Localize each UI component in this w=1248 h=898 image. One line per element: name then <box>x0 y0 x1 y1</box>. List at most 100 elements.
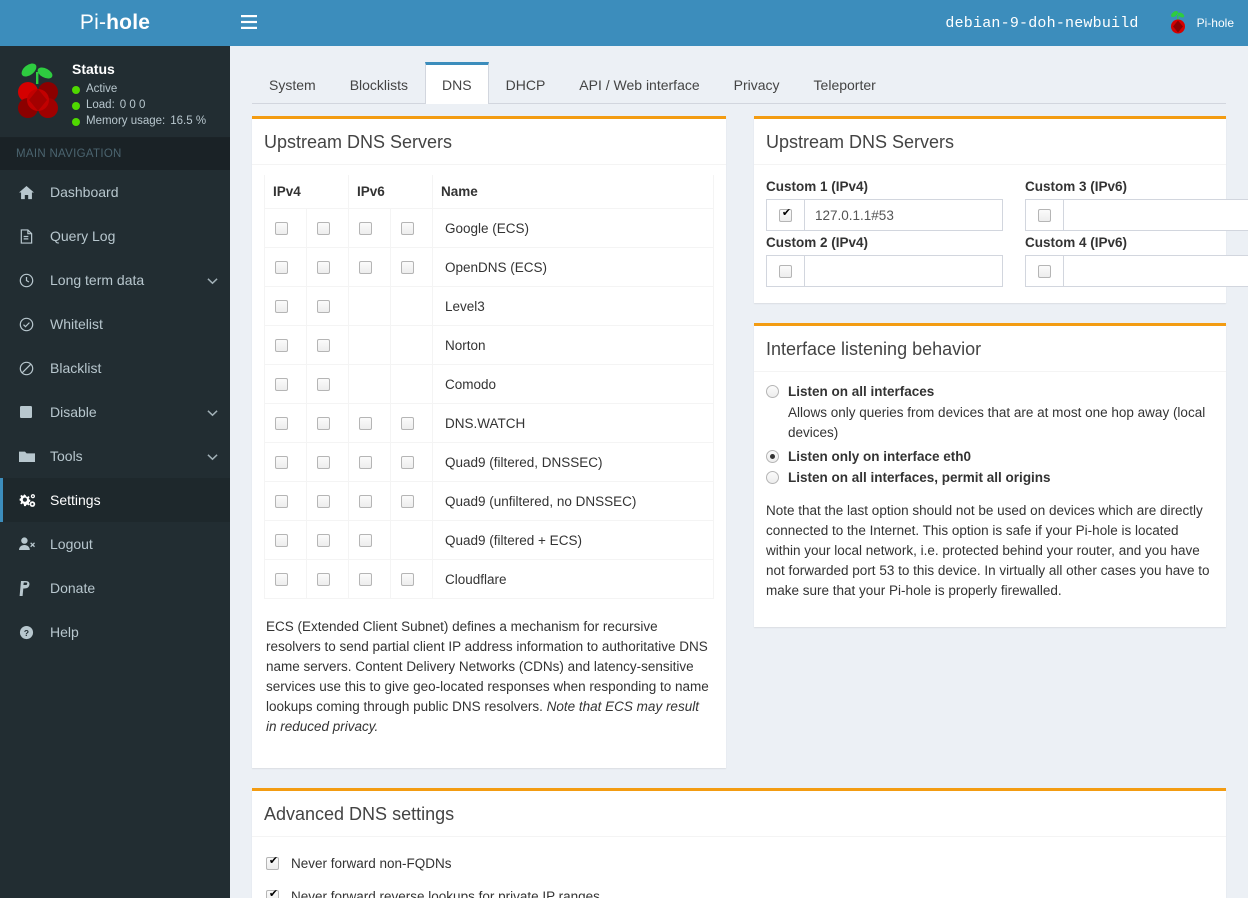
never-forward-non-fqdn-checkbox[interactable] <box>266 855 280 870</box>
sidebar-item-logout[interactable]: Logout <box>0 522 230 566</box>
custom-4-checkbox[interactable] <box>1038 264 1051 278</box>
sidebar-item-settings[interactable]: Settings <box>0 478 230 522</box>
sidebar-item-long-term-data[interactable]: Long term data <box>0 258 230 302</box>
dns-checkbox-cell[interactable] <box>306 286 349 326</box>
dns-server-checkbox[interactable] <box>275 495 288 509</box>
dns-server-checkbox[interactable] <box>401 222 414 236</box>
dns-server-checkbox[interactable] <box>275 222 288 236</box>
listen-option-all-interfaces[interactable]: Listen on all interfaces <box>766 382 1214 401</box>
dns-server-checkbox[interactable] <box>275 378 288 392</box>
dns-checkbox-cell[interactable] <box>306 403 349 443</box>
dns-server-checkbox[interactable] <box>317 417 330 431</box>
sidebar-item-dashboard[interactable]: Dashboard <box>0 170 230 214</box>
dns-server-checkbox[interactable] <box>401 417 414 431</box>
dns-checkbox-cell[interactable] <box>264 208 307 248</box>
custom-1-checkbox-addon[interactable] <box>767 200 805 230</box>
tab-api-web-interface[interactable]: API / Web interface <box>562 62 716 104</box>
sidebar-toggle-button[interactable] <box>230 0 268 46</box>
dns-checkbox-cell[interactable] <box>264 247 307 287</box>
dns-server-checkbox[interactable] <box>275 573 288 587</box>
sidebar-item-query-log[interactable]: Query Log <box>0 214 230 258</box>
tab-dhcp[interactable]: DHCP <box>489 62 563 104</box>
custom-2-checkbox[interactable] <box>779 264 792 278</box>
dns-checkbox-cell[interactable] <box>348 481 391 521</box>
dns-server-checkbox[interactable] <box>401 573 414 587</box>
dns-server-checkbox[interactable] <box>359 573 372 587</box>
custom-2-input[interactable] <box>805 256 1002 286</box>
dns-server-checkbox[interactable] <box>359 222 372 236</box>
dns-server-checkbox[interactable] <box>317 222 330 236</box>
sidebar-item-donate[interactable]: Donate <box>0 566 230 610</box>
radio-listen-permit-all-origins[interactable] <box>766 471 779 484</box>
dns-server-checkbox[interactable] <box>359 534 372 548</box>
dns-server-checkbox[interactable] <box>317 495 330 509</box>
dns-server-checkbox[interactable] <box>359 456 372 470</box>
sidebar-item-tools[interactable]: Tools <box>0 434 230 478</box>
dns-checkbox-cell[interactable] <box>264 403 307 443</box>
tab-blocklists[interactable]: Blocklists <box>333 62 425 104</box>
dns-checkbox-cell[interactable] <box>348 520 391 560</box>
custom-1-input[interactable] <box>805 200 1002 230</box>
custom-3-checkbox-addon[interactable] <box>1026 200 1064 230</box>
dns-checkbox-cell[interactable] <box>348 247 391 287</box>
dns-server-checkbox[interactable] <box>275 261 288 275</box>
never-forward-reverse-lookups-checkbox[interactable] <box>266 888 280 898</box>
dns-checkbox-cell[interactable] <box>390 481 433 521</box>
dns-checkbox-cell[interactable] <box>306 520 349 560</box>
dns-checkbox-cell[interactable] <box>264 559 307 599</box>
tab-privacy[interactable]: Privacy <box>717 62 797 104</box>
dns-checkbox-cell[interactable] <box>264 520 307 560</box>
listen-option-permit-all-origins[interactable]: Listen on all interfaces, permit all ori… <box>766 468 1214 487</box>
custom-2-checkbox-addon[interactable] <box>767 256 805 286</box>
dns-server-checkbox[interactable] <box>317 261 330 275</box>
sidebar-item-disable[interactable]: Disable <box>0 390 230 434</box>
dns-checkbox-cell[interactable] <box>306 208 349 248</box>
tab-dns[interactable]: DNS <box>425 62 489 104</box>
dns-checkbox-cell[interactable] <box>306 364 349 404</box>
dns-server-checkbox[interactable] <box>317 300 330 314</box>
dns-checkbox-cell[interactable] <box>390 247 433 287</box>
sidebar-item-help[interactable]: ? Help <box>0 610 230 654</box>
dns-server-checkbox[interactable] <box>275 456 288 470</box>
dns-checkbox-cell[interactable] <box>306 481 349 521</box>
dns-server-checkbox[interactable] <box>317 378 330 392</box>
dns-checkbox-cell[interactable] <box>264 364 307 404</box>
dns-server-checkbox[interactable] <box>359 261 372 275</box>
custom-3-input[interactable] <box>1064 200 1248 230</box>
dns-checkbox-cell[interactable] <box>306 325 349 365</box>
dns-server-checkbox[interactable] <box>359 417 372 431</box>
user-menu-button[interactable]: Pi-hole <box>1167 10 1234 36</box>
dns-checkbox-cell[interactable] <box>390 559 433 599</box>
dns-server-checkbox[interactable] <box>317 339 330 353</box>
dns-checkbox-cell[interactable] <box>264 442 307 482</box>
custom-4-input[interactable] <box>1064 256 1248 286</box>
dns-checkbox-cell[interactable] <box>306 559 349 599</box>
dns-server-checkbox[interactable] <box>275 417 288 431</box>
dns-checkbox-cell[interactable] <box>348 559 391 599</box>
sidebar-item-blacklist[interactable]: Blacklist <box>0 346 230 390</box>
dns-checkbox-cell[interactable] <box>306 247 349 287</box>
tab-system[interactable]: System <box>252 62 333 104</box>
dns-server-checkbox[interactable] <box>275 300 288 314</box>
custom-4-checkbox-addon[interactable] <box>1026 256 1064 286</box>
radio-listen-eth0[interactable] <box>766 450 779 463</box>
dns-server-checkbox[interactable] <box>401 495 414 509</box>
dns-server-checkbox[interactable] <box>359 495 372 509</box>
dns-checkbox-cell[interactable] <box>348 442 391 482</box>
dns-checkbox-cell[interactable] <box>306 442 349 482</box>
custom-1-checkbox[interactable] <box>779 207 793 222</box>
sidebar-item-whitelist[interactable]: Whitelist <box>0 302 230 346</box>
radio-listen-all-interfaces[interactable] <box>766 385 779 398</box>
dns-checkbox-cell[interactable] <box>264 286 307 326</box>
dns-server-checkbox[interactable] <box>275 534 288 548</box>
advanced-option-non-fqdn[interactable]: Never forward non-FQDNs <box>264 847 1214 880</box>
dns-checkbox-cell[interactable] <box>390 442 433 482</box>
dns-server-checkbox[interactable] <box>401 456 414 470</box>
listen-option-eth0[interactable]: Listen only on interface eth0 <box>766 447 1214 466</box>
dns-checkbox-cell[interactable] <box>390 208 433 248</box>
dns-server-checkbox[interactable] <box>317 534 330 548</box>
brand-logo[interactable]: Pi-hole <box>0 0 230 46</box>
dns-server-checkbox[interactable] <box>317 456 330 470</box>
dns-server-checkbox[interactable] <box>317 573 330 587</box>
dns-checkbox-cell[interactable] <box>264 481 307 521</box>
